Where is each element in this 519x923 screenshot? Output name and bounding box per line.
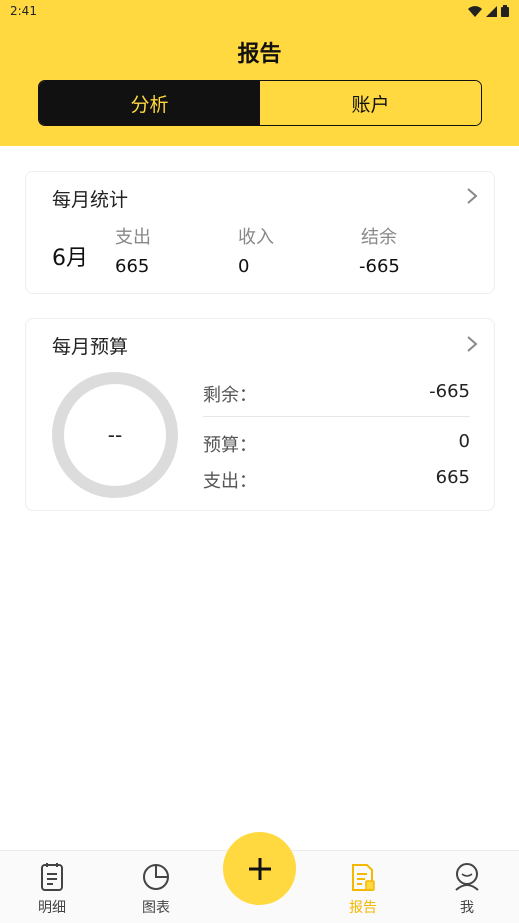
balance-label: 结余	[361, 227, 397, 248]
monthly-stats-card[interactable]: 每月统计 6月 支出 665 收入 0 结余 -665	[25, 171, 495, 294]
add-record-button[interactable]	[223, 832, 296, 905]
monthly-stats-title: 每月统计	[52, 189, 129, 211]
tab-accounts[interactable]: 账户	[260, 81, 481, 125]
tab-details-label: 明细	[38, 900, 66, 916]
budget-row: 预算： 0	[203, 431, 470, 457]
status-bar: 2:41	[0, 0, 519, 22]
budget-value: 0	[458, 431, 470, 452]
monthly-budget-card[interactable]: 每月预算 -- 剩余： -665 预算： 0 支出： 665	[25, 318, 495, 511]
remaining-row: 剩余： -665	[203, 381, 470, 407]
budget-expense-value: 665	[435, 467, 470, 488]
tab-analysis[interactable]: 分析	[39, 81, 260, 125]
header: 2:41 报告 分析 账户	[0, 0, 519, 146]
remaining-label: 剩余：	[203, 385, 257, 406]
budget-label: 预算：	[203, 435, 257, 456]
chevron-right-icon[interactable]	[466, 335, 478, 353]
tab-charts-label: 图表	[142, 900, 170, 916]
tab-report-label: 报告	[349, 900, 377, 916]
battery-icon	[501, 5, 509, 17]
income-label: 收入	[238, 227, 274, 248]
expense-value: 665	[115, 256, 150, 277]
report-icon	[352, 864, 375, 891]
divider	[203, 416, 470, 417]
remaining-value: -665	[429, 381, 470, 402]
pie-chart-icon	[143, 864, 169, 890]
status-icons	[468, 5, 509, 17]
budget-expense-label: 支出：	[203, 471, 257, 492]
balance-value: -665	[359, 256, 400, 277]
budget-ring-text: --	[107, 423, 123, 447]
tab-profile-label: 我	[460, 900, 474, 916]
tab-charts[interactable]: 图表	[104, 851, 208, 923]
page-title: 报告	[237, 42, 282, 67]
expense-label: 支出	[115, 227, 151, 248]
plus-icon	[248, 857, 271, 880]
status-time: 2:41	[10, 4, 37, 18]
segment-control: 分析 账户	[38, 80, 482, 126]
notebook-icon	[41, 863, 63, 891]
tab-report[interactable]: 报告	[311, 851, 415, 923]
signal-icon	[486, 5, 497, 17]
month-label: 6月	[52, 246, 88, 271]
wifi-icon	[468, 5, 482, 17]
profile-icon	[455, 863, 479, 891]
expense-row: 支出： 665	[203, 467, 470, 493]
tab-profile[interactable]: 我	[415, 851, 519, 923]
monthly-budget-title: 每月预算	[52, 336, 129, 358]
chevron-right-icon[interactable]	[466, 187, 478, 205]
income-value: 0	[238, 256, 250, 277]
tab-details[interactable]: 明细	[0, 851, 104, 923]
